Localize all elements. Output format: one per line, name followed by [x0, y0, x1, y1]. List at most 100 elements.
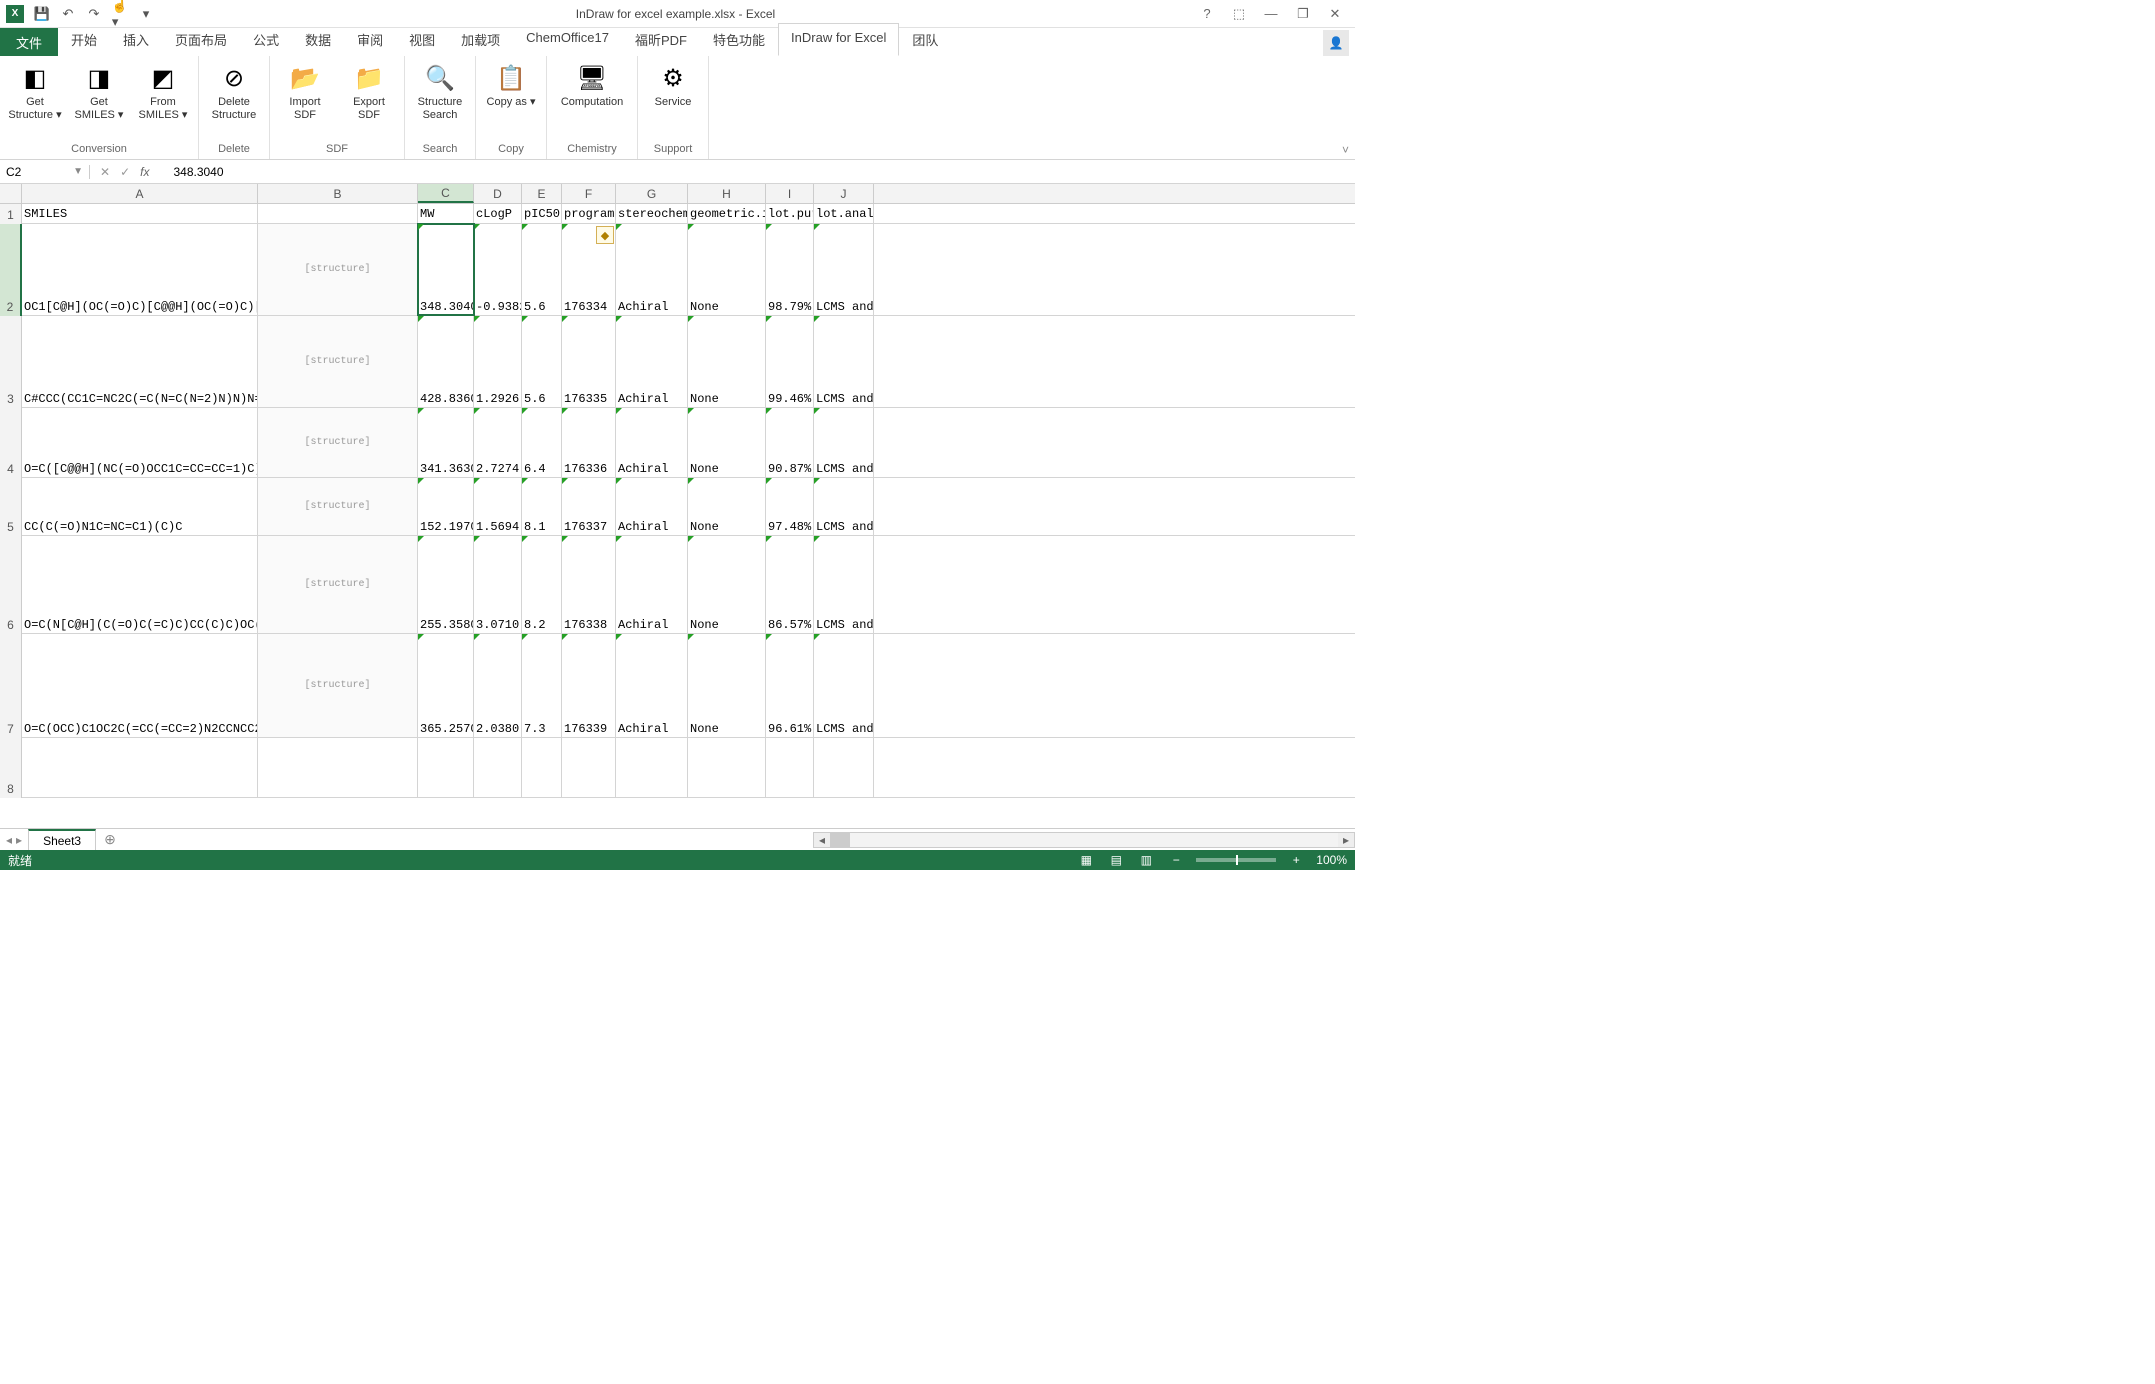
cell-J6[interactable]: LCMS and NMR	[814, 536, 874, 633]
cell-F6[interactable]: 176338	[562, 536, 616, 633]
row-header-5[interactable]: 5	[0, 478, 22, 536]
cell-E2[interactable]: 5.6	[522, 224, 562, 315]
view-pagebreak-icon[interactable]: ▥	[1136, 853, 1156, 867]
cell-A6[interactable]: O=C(N[C@H](C(=O)C(=C)C)CC(C)C)OC(C)(C)C	[22, 536, 258, 633]
col-header-C[interactable]: C	[418, 184, 474, 203]
export-sdf-button[interactable]: 📁Export SDF	[340, 60, 398, 141]
cell-F3[interactable]: 176335	[562, 316, 616, 407]
ribbon-tab-12[interactable]: 团队	[899, 23, 951, 56]
zoom-out-button[interactable]: −	[1166, 853, 1186, 867]
col-header-H[interactable]: H	[688, 184, 766, 203]
cell-I6[interactable]: 86.57%	[766, 536, 814, 633]
fx-icon[interactable]: fx	[140, 165, 157, 179]
cell-C1[interactable]: MW	[418, 204, 474, 223]
formula-input[interactable]: 348.3040	[167, 165, 1355, 179]
qat-customize-icon[interactable]: ▾	[138, 6, 154, 22]
scroll-right-icon[interactable]: ▸	[1338, 833, 1354, 847]
save-icon[interactable]: 💾	[34, 6, 50, 22]
cell-G6[interactable]: Achiral	[616, 536, 688, 633]
user-avatar[interactable]: 👤	[1323, 30, 1349, 56]
cell-B1[interactable]	[258, 204, 418, 223]
ribbon-tab-1[interactable]: 插入	[110, 23, 162, 56]
cell-C5[interactable]: 152.1970	[418, 478, 474, 535]
scroll-thumb[interactable]	[830, 833, 850, 847]
minimize-button[interactable]: —	[1261, 6, 1281, 22]
cell-H6[interactable]: None	[688, 536, 766, 633]
cell-D5[interactable]: 1.5694	[474, 478, 522, 535]
cell-F8[interactable]	[562, 738, 616, 797]
close-button[interactable]: ✕	[1325, 6, 1345, 22]
cell-D7[interactable]: 2.0380	[474, 634, 522, 737]
structure-search-button[interactable]: 🔍Structure Search	[411, 60, 469, 141]
cell-C6[interactable]: 255.3580	[418, 536, 474, 633]
computation-button[interactable]: 🖥Computation	[553, 60, 631, 141]
col-header-J[interactable]: J	[814, 184, 874, 203]
ribbon-options-button[interactable]: ⬚	[1229, 6, 1249, 22]
cell-D6[interactable]: 3.0710	[474, 536, 522, 633]
cell-H8[interactable]	[688, 738, 766, 797]
cell-J7[interactable]: LCMS and NMR	[814, 634, 874, 737]
col-header-E[interactable]: E	[522, 184, 562, 203]
cell-B8[interactable]	[258, 738, 418, 797]
cell-F5[interactable]: 176337	[562, 478, 616, 535]
sheet-nav-last-icon[interactable]: ▸	[16, 833, 22, 847]
cell-E5[interactable]: 8.1	[522, 478, 562, 535]
cell-H1[interactable]: geometric.isomer	[688, 204, 766, 223]
cell-J8[interactable]	[814, 738, 874, 797]
row-header-8[interactable]: 8	[0, 738, 22, 798]
sheet-tab-sheet3[interactable]: Sheet3	[28, 829, 96, 851]
col-header-F[interactable]: F	[562, 184, 616, 203]
cell-J2[interactable]: LCMS and NMR	[814, 224, 874, 315]
view-layout-icon[interactable]: ▤	[1106, 853, 1126, 867]
smart-tag-icon[interactable]: ◆	[596, 226, 614, 244]
namebox-dropdown-icon[interactable]: ▼	[73, 166, 83, 177]
cell-G1[interactable]: stereochem.data	[616, 204, 688, 223]
cell-A2[interactable]: OC1[C@H](OC(=O)C)[C@@H](OC(=O)C)[C@H](OC…	[22, 224, 258, 315]
cell-G3[interactable]: Achiral	[616, 316, 688, 407]
cell-J1[interactable]: lot.analytica	[814, 204, 874, 223]
cell-F4[interactable]: 176336	[562, 408, 616, 477]
cell-D2[interactable]: -0.9382	[474, 224, 522, 315]
accept-formula-icon[interactable]: ✓	[120, 165, 130, 179]
row-header-4[interactable]: 4	[0, 408, 22, 478]
cell-H5[interactable]: None	[688, 478, 766, 535]
ribbon-tab-9[interactable]: 福昕PDF	[622, 23, 700, 56]
row-header-1[interactable]: 1	[0, 204, 22, 224]
row-header-6[interactable]: 6	[0, 536, 22, 634]
cell-B3[interactable]: [structure]	[258, 316, 418, 407]
sheet-nav-first-icon[interactable]: ◂	[6, 833, 12, 847]
cell-I7[interactable]: 96.61%	[766, 634, 814, 737]
cell-C4[interactable]: 341.3630	[418, 408, 474, 477]
cell-G2[interactable]: Achiral	[616, 224, 688, 315]
col-header-B[interactable]: B	[258, 184, 418, 203]
col-header-I[interactable]: I	[766, 184, 814, 203]
cell-F7[interactable]: 176339	[562, 634, 616, 737]
cell-I5[interactable]: 97.48%	[766, 478, 814, 535]
import-sdf-button[interactable]: 📂Import SDF	[276, 60, 334, 141]
cell-J4[interactable]: LCMS and NMR	[814, 408, 874, 477]
copy-as-button[interactable]: 📋Copy as ▾	[482, 60, 540, 141]
cell-G4[interactable]: Achiral	[616, 408, 688, 477]
ribbon-tab-10[interactable]: 特色功能	[700, 23, 778, 56]
cell-A7[interactable]: O=C(OCC)C1OC2C(=CC(=CC=2)N2CCNCC2)C=1.C1…	[22, 634, 258, 737]
col-header-G[interactable]: G	[616, 184, 688, 203]
redo-icon[interactable]: ↷	[86, 6, 102, 22]
cell-J3[interactable]: LCMS and NMR	[814, 316, 874, 407]
col-header-D[interactable]: D	[474, 184, 522, 203]
ribbon-tab-8[interactable]: ChemOffice17	[513, 23, 622, 56]
cell-I2[interactable]: 98.79%	[766, 224, 814, 315]
cell-E6[interactable]: 8.2	[522, 536, 562, 633]
view-normal-icon[interactable]: ▦	[1076, 853, 1096, 867]
collapse-ribbon-icon[interactable]: ˅	[1342, 143, 1349, 157]
name-box[interactable]: C2 ▼	[0, 165, 90, 179]
cell-D8[interactable]	[474, 738, 522, 797]
zoom-slider[interactable]	[1196, 858, 1276, 862]
cell-C8[interactable]	[418, 738, 474, 797]
cell-A4[interactable]: O=C([C@@H](NC(=O)OCC1C=CC=CC=1)C)OCC(=O)…	[22, 408, 258, 477]
cell-A8[interactable]	[22, 738, 258, 797]
ribbon-tab-11[interactable]: InDraw for Excel	[778, 23, 899, 56]
cell-A3[interactable]: C#CCC(CC1C=NC2C(=C(N=C(N=2)N)N)N=1)(C1=C…	[22, 316, 258, 407]
col-header-A[interactable]: A	[22, 184, 258, 203]
cell-D1[interactable]: cLogP	[474, 204, 522, 223]
cell-E4[interactable]: 6.4	[522, 408, 562, 477]
